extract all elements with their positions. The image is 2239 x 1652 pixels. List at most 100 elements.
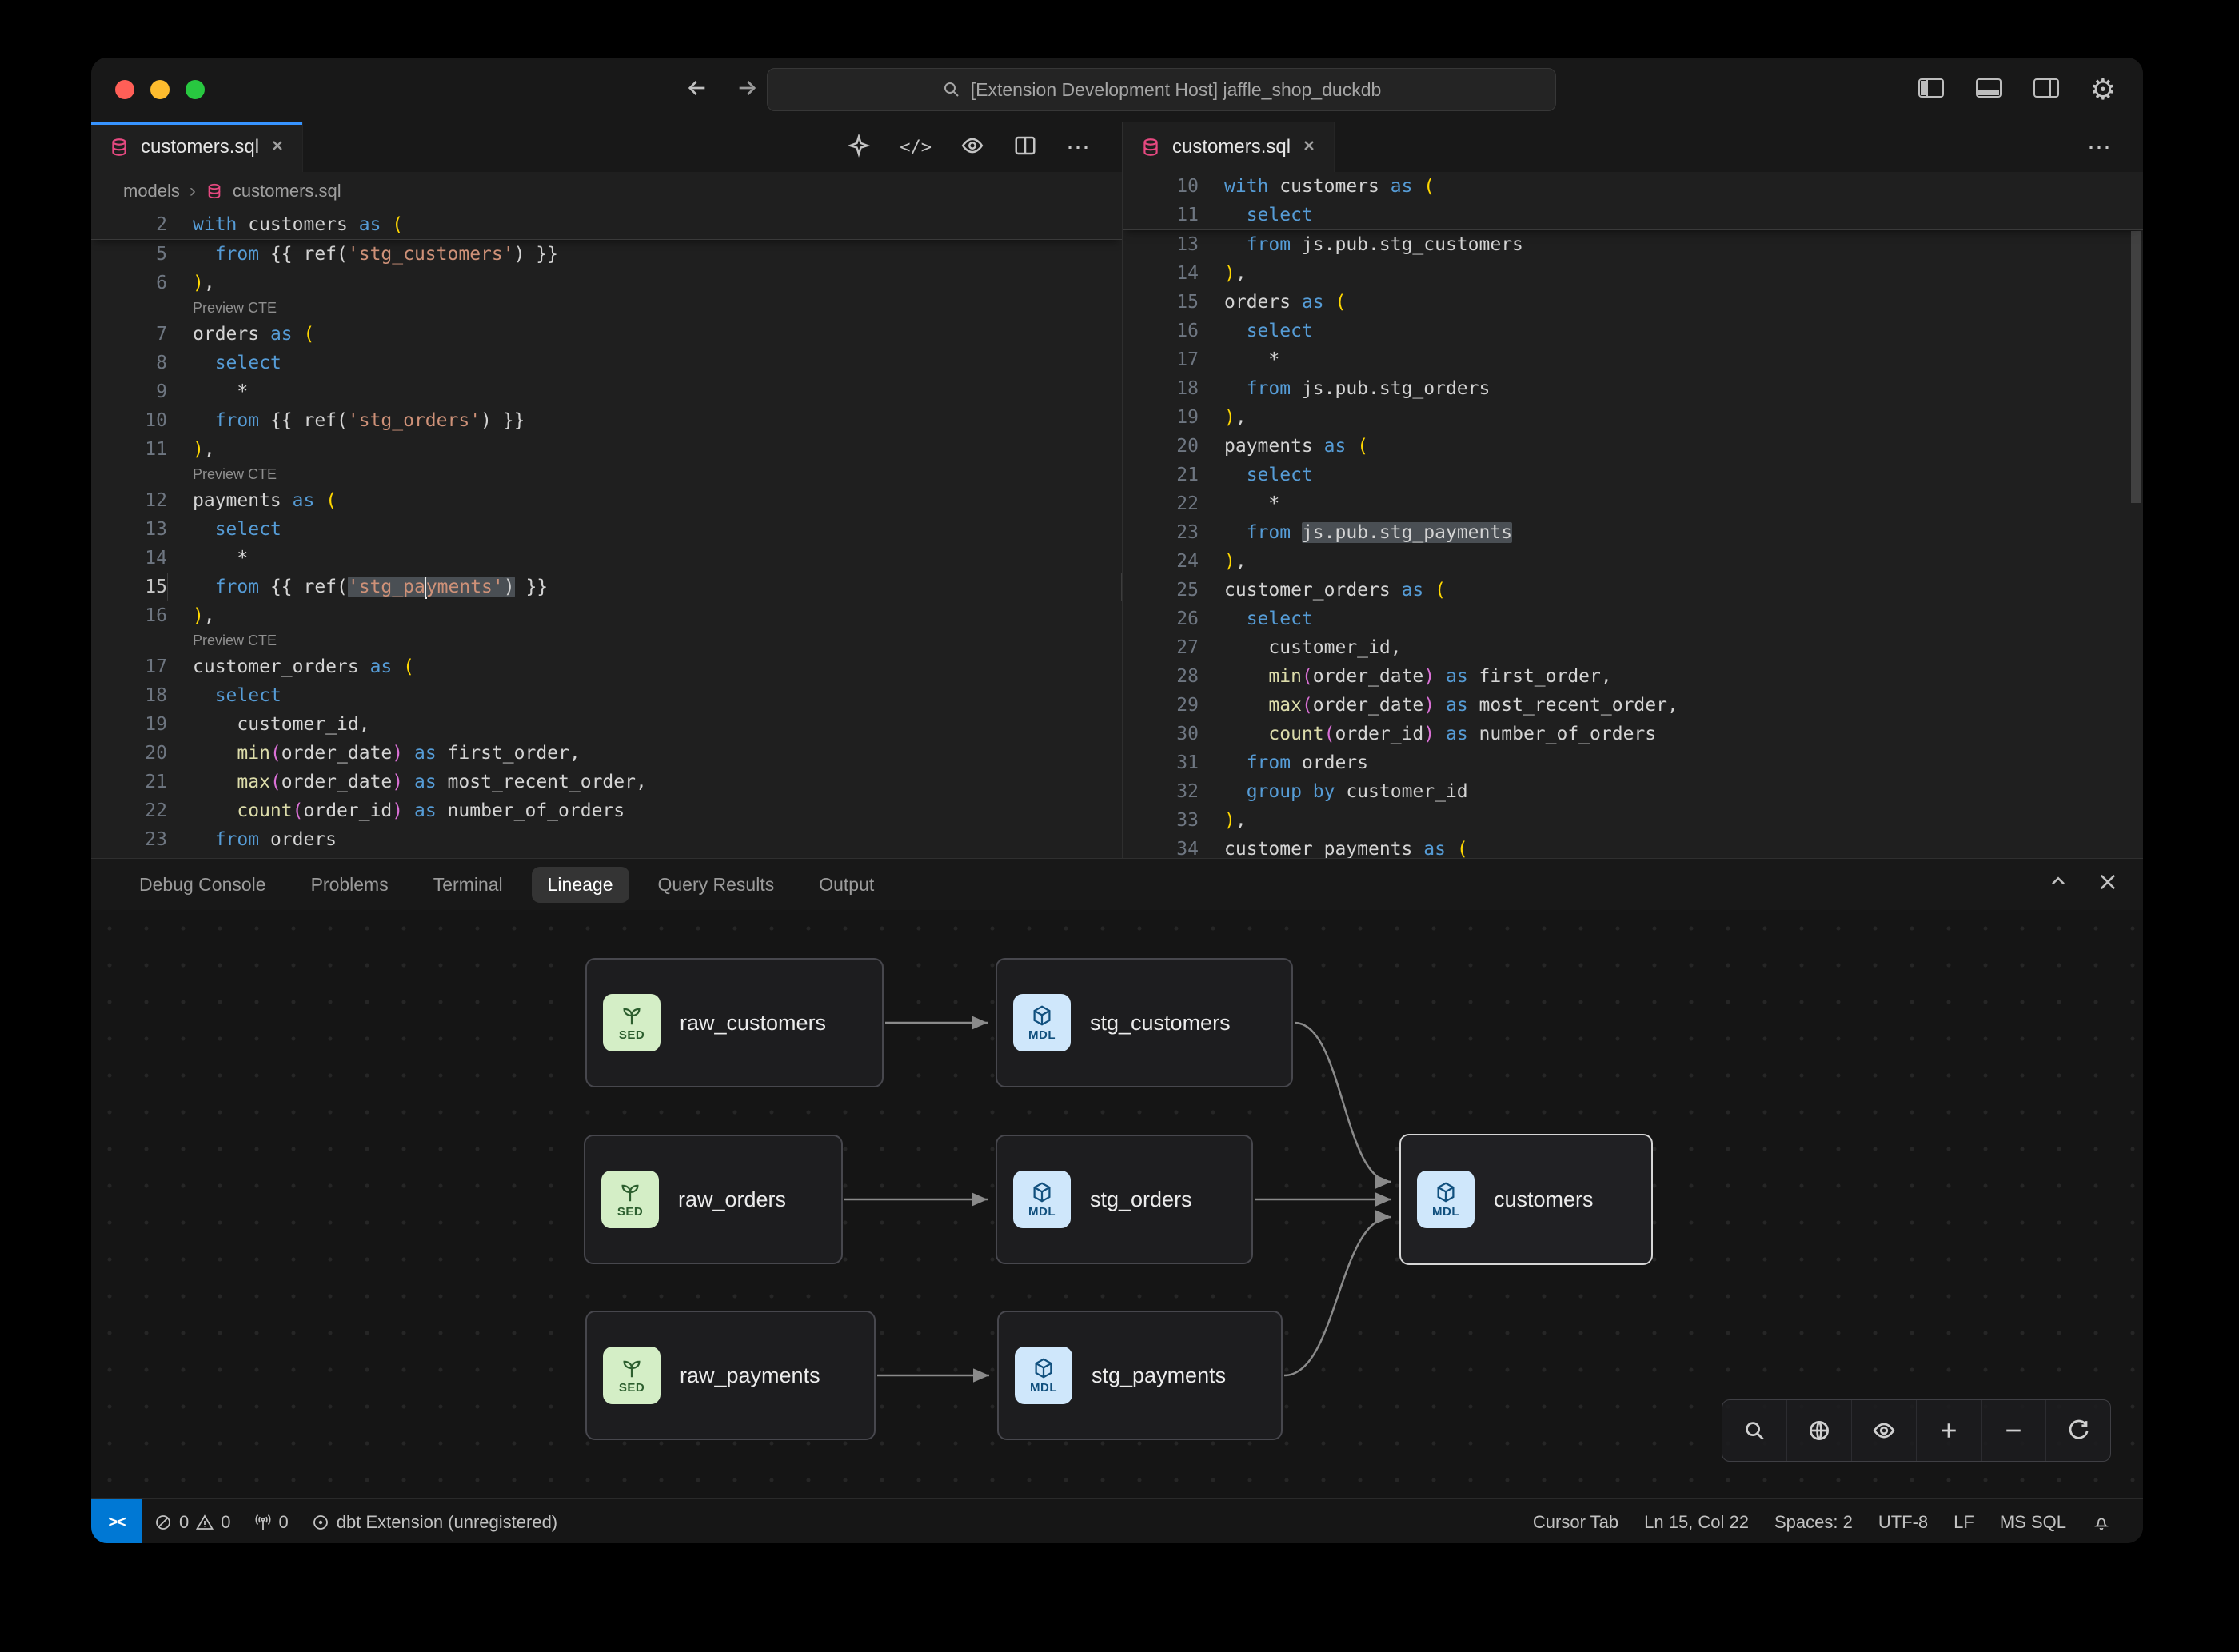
code-line[interactable]: 6), — [91, 269, 1122, 297]
remote-indicator[interactable]: >< — [91, 1499, 142, 1543]
code-line[interactable]: 25customer_orders as ( — [1123, 576, 2143, 605]
ports-status[interactable]: 0 — [242, 1499, 300, 1543]
eye-icon[interactable] — [960, 134, 984, 162]
code-line[interactable]: 12payments as ( — [91, 486, 1122, 515]
panel-tab-output[interactable]: Output — [803, 867, 890, 903]
code-line[interactable]: 17 * — [1123, 345, 2143, 374]
zoom-window-button[interactable] — [186, 80, 205, 99]
code-line[interactable]: 23 from js.pub.stg_payments — [1123, 518, 2143, 547]
cursor-position-status[interactable]: Ln 15, Col 22 — [1631, 1499, 1762, 1543]
code-line[interactable]: 10 from {{ ref('stg_orders') }} — [91, 406, 1122, 435]
panel-tab-terminal[interactable]: Terminal — [417, 867, 519, 903]
close-tab-icon[interactable] — [270, 136, 285, 158]
toggle-panel-icon[interactable] — [1975, 76, 2002, 104]
globe-icon[interactable] — [1786, 1400, 1851, 1461]
code-line[interactable]: 19), — [1123, 403, 2143, 432]
code-line[interactable]: 34customer_payments as ( — [1123, 835, 2143, 858]
code-line[interactable]: 20 min(order_date) as first_order, — [91, 739, 1122, 768]
tab-customers-sql-right[interactable]: customers.sql — [1123, 122, 1335, 172]
code-line[interactable]: 16), — [91, 601, 1122, 630]
lineage-node-raw_orders[interactable]: SEDraw_orders — [584, 1135, 843, 1264]
panel-tab-query-results[interactable]: Query Results — [642, 867, 791, 903]
code-line[interactable]: 18 from js.pub.stg_orders — [1123, 374, 2143, 403]
code-line[interactable]: 31 from orders — [1123, 748, 2143, 777]
code-line[interactable]: 32 group by customer_id — [1123, 777, 2143, 806]
minimize-window-button[interactable] — [150, 80, 170, 99]
code-preview-icon[interactable]: </> — [900, 138, 932, 158]
code-line[interactable]: 21 select — [1123, 461, 2143, 489]
zoom-in-icon[interactable] — [1916, 1400, 1981, 1461]
code-line[interactable]: 26 select — [1123, 605, 2143, 633]
code-line[interactable]: 28 min(order_date) as first_order, — [1123, 662, 2143, 691]
compiled-editor[interactable]: 10with customers as (11 select 13 from j… — [1123, 172, 2143, 858]
code-line[interactable]: 33), — [1123, 806, 2143, 835]
lineage-node-raw_customers[interactable]: SEDraw_customers — [585, 958, 884, 1087]
lineage-node-stg_customers[interactable]: MDLstg_customers — [996, 958, 1293, 1087]
breadcrumb-file[interactable]: customers.sql — [233, 181, 341, 202]
settings-gear-icon[interactable]: ⚙ — [2090, 75, 2116, 104]
toggle-primary-sidebar-icon[interactable] — [1918, 76, 1945, 104]
code-line[interactable]: 15orders as ( — [1123, 288, 2143, 317]
dbt-extension-status[interactable]: dbt Extension (unregistered) — [300, 1499, 569, 1543]
lineage-node-raw_payments[interactable]: SEDraw_payments — [585, 1311, 876, 1440]
code-line[interactable]: 17customer_orders as ( — [91, 652, 1122, 681]
lineage-node-stg_orders[interactable]: MDLstg_orders — [996, 1135, 1253, 1264]
zoom-out-icon[interactable] — [1981, 1400, 2045, 1461]
language-mode-status[interactable]: MS SQL — [1987, 1499, 2079, 1543]
more-actions-icon[interactable]: ⋯ — [2087, 134, 2113, 162]
code-line[interactable]: 30 count(order_id) as number_of_orders — [1123, 720, 2143, 748]
code-line[interactable]: 29 max(order_date) as most_recent_order, — [1123, 691, 2143, 720]
code-line[interactable]: 27 customer_id, — [1123, 633, 2143, 662]
encoding-status[interactable]: UTF-8 — [1866, 1499, 1941, 1543]
code-line[interactable]: 13 from js.pub.stg_customers — [1123, 230, 2143, 259]
code-line[interactable]: 11 select — [1123, 201, 2143, 229]
more-actions-icon[interactable]: ⋯ — [1066, 134, 1092, 162]
lineage-node-stg_payments[interactable]: MDLstg_payments — [997, 1311, 1283, 1440]
problems-status[interactable]: 0 0 — [142, 1499, 242, 1543]
code-line[interactable]: 24), — [1123, 547, 2143, 576]
split-editor-icon[interactable] — [1013, 134, 1037, 162]
close-window-button[interactable] — [115, 80, 134, 99]
code-line[interactable]: 23 from orders — [91, 825, 1122, 854]
panel-tab-problems[interactable]: Problems — [295, 867, 405, 903]
code-line[interactable]: 15 from {{ ref('stg_payments') }} — [91, 573, 1122, 601]
code-line[interactable]: 20payments as ( — [1123, 432, 2143, 461]
eol-status[interactable]: LF — [1941, 1499, 1987, 1543]
code-line[interactable]: 22 count(order_id) as number_of_orders — [91, 796, 1122, 825]
codelens-link[interactable]: Preview CTE — [91, 630, 1122, 652]
codelens-link[interactable]: Preview CTE — [91, 464, 1122, 486]
code-line[interactable]: 5 from {{ ref('stg_customers') }} — [91, 240, 1122, 269]
forward-button[interactable] — [734, 75, 760, 105]
command-center-search[interactable]: [Extension Development Host] jaffle_shop… — [767, 68, 1556, 111]
source-editor[interactable]: 2with customers as ( 5 from {{ ref('stg_… — [91, 210, 1122, 858]
back-button[interactable] — [684, 75, 710, 105]
code-line[interactable]: 14 * — [91, 544, 1122, 573]
codelens-link[interactable]: Preview CTE — [91, 297, 1122, 320]
close-tab-icon[interactable] — [1302, 136, 1316, 158]
dbt-sparkle-icon[interactable] — [847, 134, 871, 162]
collapse-panel-icon[interactable] — [2047, 871, 2069, 898]
scrollbar-thumb[interactable] — [2131, 231, 2141, 503]
panel-tab-debug-console[interactable]: Debug Console — [123, 867, 282, 903]
close-panel-icon[interactable] — [2097, 871, 2119, 898]
tab-customers-sql-left[interactable]: customers.sql — [91, 122, 303, 172]
cursor-tab-status[interactable]: Cursor Tab — [1520, 1499, 1631, 1543]
code-line[interactable]: 18 select — [91, 681, 1122, 710]
refresh-icon[interactable] — [2045, 1400, 2110, 1461]
toggle-secondary-sidebar-icon[interactable] — [2033, 76, 2060, 104]
panel-tab-lineage[interactable]: Lineage — [532, 867, 629, 903]
breadcrumb-folder[interactable]: models — [123, 181, 180, 202]
code-line[interactable]: 16 select — [1123, 317, 2143, 345]
code-line[interactable]: 19 customer_id, — [91, 710, 1122, 739]
code-line[interactable]: 14), — [1123, 259, 2143, 288]
eye-icon[interactable] — [1851, 1400, 1916, 1461]
lineage-graph[interactable]: SEDraw_customers MDLstg_customers SEDraw_o… — [91, 910, 2143, 1498]
code-line[interactable]: 13 select — [91, 515, 1122, 544]
indentation-status[interactable]: Spaces: 2 — [1762, 1499, 1866, 1543]
code-line[interactable]: 9 * — [91, 377, 1122, 406]
code-line[interactable]: 21 max(order_date) as most_recent_order, — [91, 768, 1122, 796]
code-line[interactable]: 22 * — [1123, 489, 2143, 518]
code-line[interactable]: 11), — [91, 435, 1122, 464]
code-line[interactable]: 10with customers as ( — [1123, 172, 2143, 201]
lineage-node-customers[interactable]: MDLcustomers — [1399, 1134, 1653, 1265]
